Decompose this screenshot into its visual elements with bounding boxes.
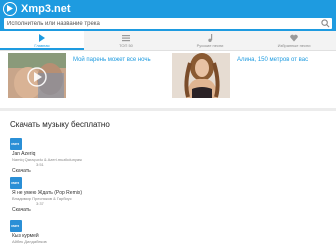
tab-label: Русские песни (196, 43, 224, 48)
promo-title[interactable]: Мой парень может все ночь (73, 57, 151, 63)
download-button[interactable]: Скачать (12, 207, 31, 213)
tab-label: Главная (34, 43, 50, 48)
track-thumbnail: XMP3 (10, 138, 22, 150)
track-duration: 3:51 (36, 162, 44, 167)
promo-image[interactable] (8, 53, 66, 98)
download-button[interactable]: Скачать (12, 168, 31, 174)
track-thumbnail: XMP3 (10, 220, 22, 232)
play-icon (39, 34, 45, 42)
track-duration: 3:37 (36, 201, 44, 206)
track-artist: Namiq Qaraçuxlu & Azeri.muzikdunyası (12, 157, 83, 162)
tab-top50[interactable]: ТОП 50 (84, 31, 168, 50)
main-nav-tabs: Главная ТОП 50 Русские песни Избранные п… (0, 31, 336, 51)
logo-play-icon[interactable] (3, 2, 17, 16)
search-icon[interactable] (321, 19, 330, 28)
track-artist: Айбек Дилдабеков (12, 239, 47, 244)
tab-label: Избранные песни (277, 43, 311, 48)
heart-icon (290, 34, 298, 42)
promo-image[interactable] (172, 53, 230, 98)
section-divider (0, 108, 336, 111)
header-bar: Xmp3.net (0, 0, 336, 31)
track-item[interactable]: XMP3 Я не умею Ждать (Pop Remix) Владими… (10, 177, 330, 215)
track-item[interactable]: XMP3 Jan Azeriq Namiq Qaraçuxlu & Azeri.… (10, 138, 330, 176)
promo-title[interactable]: Алина, 150 метров от вас (237, 57, 308, 63)
track-thumbnail: XMP3 (10, 177, 22, 189)
tab-home[interactable]: Главная (0, 31, 84, 50)
site-logo[interactable]: Xmp3.net (21, 2, 71, 16)
section-title: Скачать музыку бесплатно (10, 120, 110, 129)
search-input[interactable] (4, 18, 332, 29)
tab-label: ТОП 50 (119, 43, 133, 48)
list-icon (122, 35, 130, 42)
track-item[interactable]: XMP3 Кыз курмей Айбек Дилдабеков (10, 220, 330, 252)
music-note-icon (208, 34, 213, 42)
tab-russian-songs[interactable]: Русские песни (168, 31, 252, 50)
tab-favorites[interactable]: Избранные песни (252, 31, 336, 50)
